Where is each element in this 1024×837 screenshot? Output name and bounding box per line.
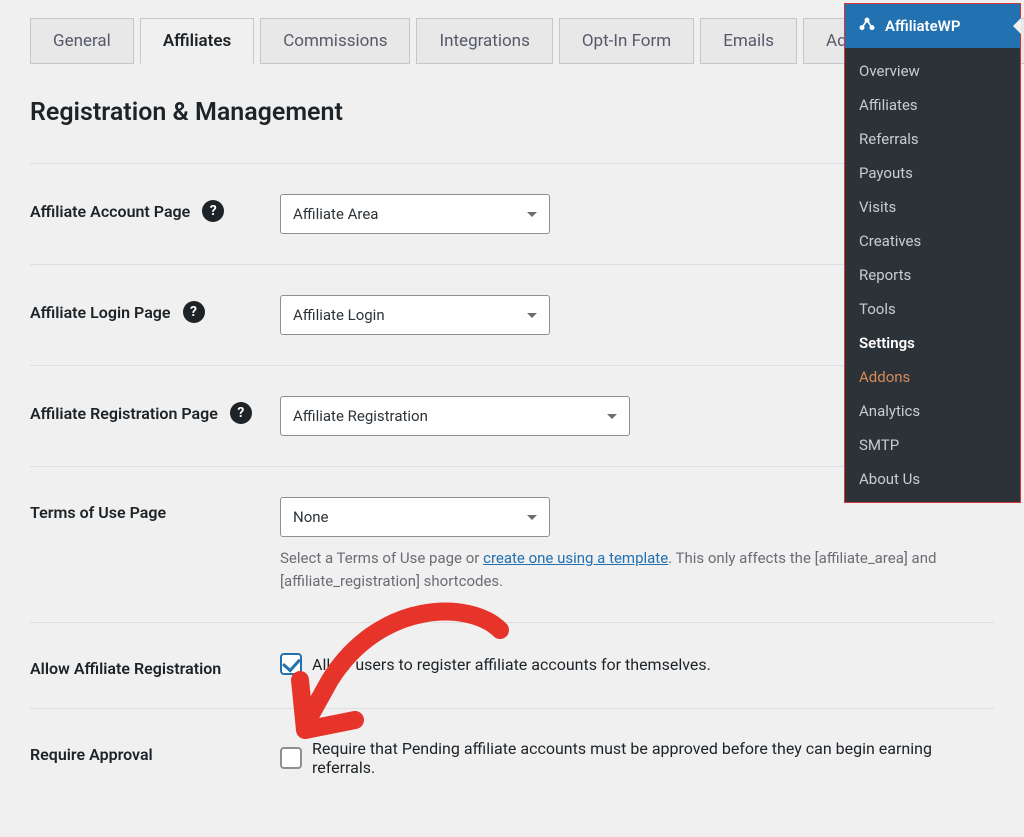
help-icon[interactable]: ? [183, 301, 205, 323]
help-icon[interactable]: ? [230, 402, 252, 424]
label-text: Affiliate Login Page [30, 303, 171, 322]
checkbox-label: Allow users to register affiliate accoun… [312, 655, 711, 674]
sidebar-item-visits[interactable]: Visits [845, 190, 1020, 224]
checkbox-row: Allow users to register affiliate accoun… [280, 653, 994, 675]
label-account-page: Affiliate Account Page ? [30, 194, 280, 222]
sidebar-item-about-us[interactable]: About Us [845, 462, 1020, 496]
terms-description: Select a Terms of Use page or create one… [280, 547, 994, 592]
tab-commissions[interactable]: Commissions [260, 18, 410, 64]
sidebar-item-referrals[interactable]: Referrals [845, 122, 1020, 156]
select-value: Affiliate Login [293, 306, 385, 324]
sidebar-item-smtp[interactable]: SMTP [845, 428, 1020, 462]
tab-affiliates[interactable]: Affiliates [140, 18, 254, 64]
label-login-page: Affiliate Login Page ? [30, 295, 280, 323]
create-template-link[interactable]: create one using a template [483, 549, 668, 567]
tab-opt-in-form[interactable]: Opt-In Form [559, 18, 694, 64]
chevron-down-icon [607, 414, 617, 419]
tab-emails[interactable]: Emails [700, 18, 797, 64]
sidebar-item-settings[interactable]: Settings [845, 326, 1020, 360]
sidebar-header[interactable]: AffiliateWP [845, 4, 1020, 48]
chevron-down-icon [527, 515, 537, 520]
checkbox-label: Require that Pending affiliate accounts … [312, 739, 994, 777]
affiliatewp-logo-icon [857, 16, 877, 36]
sidebar-item-reports[interactable]: Reports [845, 258, 1020, 292]
sidebar-item-analytics[interactable]: Analytics [845, 394, 1020, 428]
select-value: Affiliate Area [293, 205, 378, 223]
chevron-down-icon [527, 313, 537, 318]
sidebar-title: AffiliateWP [885, 17, 960, 35]
checkbox-row: Require that Pending affiliate accounts … [280, 739, 994, 777]
label-text: Affiliate Account Page [30, 202, 190, 221]
select-registration-page[interactable]: Affiliate Registration [280, 396, 630, 436]
select-value: None [293, 508, 329, 526]
label-text: Require Approval [30, 745, 153, 764]
select-value: Affiliate Registration [293, 407, 428, 425]
sidebar-item-addons[interactable]: Addons [845, 360, 1020, 394]
row-allow-registration: Allow Affiliate Registration Allow users… [30, 622, 994, 708]
chevron-down-icon [527, 212, 537, 217]
label-allow-registration: Allow Affiliate Registration [30, 653, 280, 678]
sidebar-item-creatives[interactable]: Creatives [845, 224, 1020, 258]
select-login-page[interactable]: Affiliate Login [280, 295, 550, 335]
label-text: Terms of Use Page [30, 503, 166, 522]
sidebar-item-tools[interactable]: Tools [845, 292, 1020, 326]
label-text: Allow Affiliate Registration [30, 659, 221, 678]
sidebar-item-overview[interactable]: Overview [845, 54, 1020, 88]
select-terms-page[interactable]: None [280, 497, 550, 537]
help-icon[interactable]: ? [202, 200, 224, 222]
label-registration-page: Affiliate Registration Page ? [30, 396, 280, 424]
tab-integrations[interactable]: Integrations [416, 18, 552, 64]
sidebar-item-affiliates[interactable]: Affiliates [845, 88, 1020, 122]
checkbox-require-approval[interactable] [280, 747, 302, 769]
row-require-approval: Require Approval Require that Pending af… [30, 708, 994, 807]
sidebar-menu: Overview Affiliates Referrals Payouts Vi… [845, 48, 1020, 502]
checkbox-allow-registration[interactable] [280, 653, 302, 675]
desc-text: Select a Terms of Use page or [280, 549, 483, 567]
label-require-approval: Require Approval [30, 739, 280, 764]
tab-general[interactable]: General [30, 18, 134, 64]
pointer-icon [1013, 18, 1021, 34]
admin-sidebar: AffiliateWP Overview Affiliates Referral… [844, 3, 1021, 503]
label-terms-page: Terms of Use Page [30, 497, 280, 522]
select-account-page[interactable]: Affiliate Area [280, 194, 550, 234]
label-text: Affiliate Registration Page [30, 404, 218, 423]
sidebar-item-payouts[interactable]: Payouts [845, 156, 1020, 190]
